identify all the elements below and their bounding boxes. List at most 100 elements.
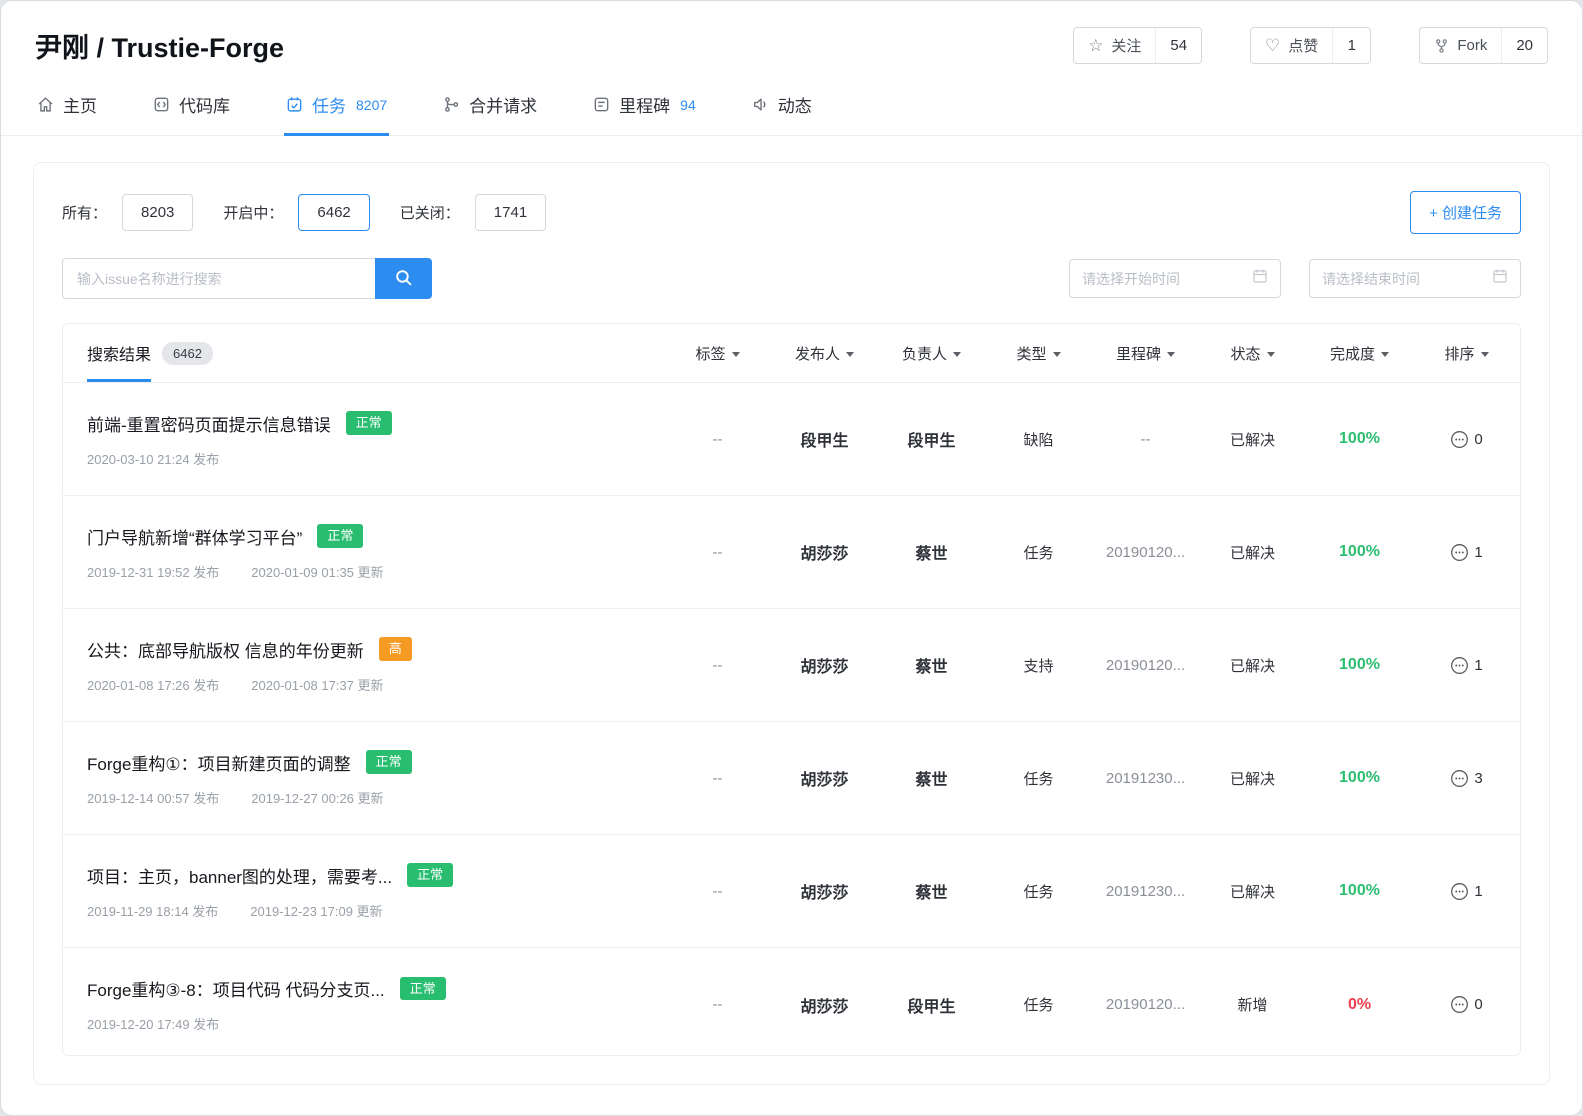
filter-all-count[interactable]: 8203 [122, 194, 193, 231]
milestone-icon [593, 96, 610, 113]
watch-count[interactable]: 54 [1155, 28, 1201, 63]
tag-cell: -- [664, 770, 771, 787]
praise-button[interactable]: ♡ 点赞 1 [1250, 27, 1371, 64]
assignee-cell[interactable]: 蔡世 [878, 766, 985, 790]
tab-issues[interactable]: 任务 8207 [284, 77, 389, 135]
search-icon [394, 268, 413, 290]
search-button[interactable] [375, 258, 432, 299]
publisher-cell[interactable]: 胡莎莎 [771, 879, 878, 903]
publisher-cell[interactable]: 胡莎莎 [771, 653, 878, 677]
tab-home[interactable]: 主页 [35, 77, 99, 135]
milestone-cell: 20190120... [1092, 996, 1199, 1013]
progress-cell: 100% [1306, 430, 1413, 448]
calendar-icon [1492, 268, 1508, 289]
tag-cell: -- [664, 996, 771, 1013]
assignee-cell[interactable]: 蔡世 [878, 540, 985, 564]
tab-milestones[interactable]: 里程碑 94 [591, 77, 698, 135]
publisher-cell[interactable]: 胡莎莎 [771, 766, 878, 790]
column-header-sort[interactable]: 排序 [1413, 343, 1520, 364]
create-issue-button[interactable]: + 创建任务 [1410, 191, 1521, 234]
task-row: Forge重构③-8：项目代码 代码分支页... 正常 2019-12-20 1… [63, 948, 1520, 1056]
tab-repository[interactable]: 代码库 [151, 77, 232, 135]
published-date: 2020-01-08 17:26 发布 [87, 675, 219, 694]
comments-cell[interactable]: 1 [1413, 656, 1520, 675]
tab-activity[interactable]: 动态 [750, 77, 814, 135]
progress-cell: 100% [1306, 543, 1413, 561]
assignee-cell[interactable]: 蔡世 [878, 653, 985, 677]
task-row: 前端-重置密码页面提示信息错误 正常 2020-03-10 21:24 发布 -… [63, 383, 1520, 496]
comments-cell[interactable]: 3 [1413, 769, 1520, 788]
priority-badge: 高 [379, 637, 412, 661]
start-date-picker[interactable] [1069, 259, 1281, 298]
assignee-cell[interactable]: 段甲生 [878, 993, 985, 1017]
column-header-milestone[interactable]: 里程碑 [1092, 343, 1199, 364]
calendar-icon [1252, 268, 1268, 289]
column-header-assignee[interactable]: 负责人 [878, 343, 985, 364]
publisher-cell[interactable]: 段甲生 [771, 427, 878, 451]
progress-cell: 100% [1306, 656, 1413, 674]
column-label: 发布人 [795, 343, 840, 364]
task-title-link[interactable]: 门户导航新增“群体学习平台” [87, 524, 302, 549]
updated-date: 2019-12-27 00:26 更新 [251, 788, 383, 807]
fork-button[interactable]: Fork 20 [1419, 27, 1548, 64]
results-header: 搜索结果 6462 标签 发布人 负责人 [63, 324, 1520, 383]
tab-milestones-count: 94 [680, 97, 696, 113]
comments-cell[interactable]: 1 [1413, 882, 1520, 901]
published-date: 2019-11-29 18:14 发布 [87, 901, 218, 920]
column-header-progress[interactable]: 完成度 [1306, 343, 1413, 364]
tab-pull-requests[interactable]: 合并请求 [441, 77, 539, 135]
caret-down-icon [1167, 352, 1175, 357]
column-header-type[interactable]: 类型 [985, 343, 1092, 364]
home-icon [37, 96, 54, 113]
results-title: 搜索结果 [87, 341, 151, 365]
task-title-link[interactable]: 公共：底部导航版权 信息的年份更新 [87, 637, 364, 662]
column-label: 状态 [1230, 343, 1260, 364]
fork-label: Fork [1457, 37, 1487, 54]
type-cell: 缺陷 [985, 429, 1092, 450]
status-filter-row: 所有： 8203 开启中： 6462 已关闭： 1741 + 创建任务 [62, 191, 1521, 234]
publisher-cell[interactable]: 胡莎莎 [771, 540, 878, 564]
results-count-badge: 6462 [162, 342, 213, 365]
status-cell: 已解决 [1199, 429, 1306, 450]
task-row: 公共：底部导航版权 信息的年份更新 高 2020-01-08 17:26 发布 … [63, 609, 1520, 722]
praise-count[interactable]: 1 [1332, 28, 1370, 63]
fork-count[interactable]: 20 [1501, 28, 1547, 63]
comment-icon [1450, 656, 1469, 675]
caret-down-icon [1481, 352, 1489, 357]
filter-closed-count[interactable]: 1741 [475, 194, 546, 231]
task-title-link[interactable]: 项目：主页，banner图的处理，需要考... [87, 863, 392, 888]
column-header-publisher[interactable]: 发布人 [771, 343, 878, 364]
assignee-cell[interactable]: 段甲生 [878, 427, 985, 451]
column-header-status[interactable]: 状态 [1199, 343, 1306, 364]
publisher-cell[interactable]: 胡莎莎 [771, 993, 878, 1017]
task-title-link[interactable]: Forge重构③-8：项目代码 代码分支页... [87, 976, 385, 1001]
start-date-input[interactable] [1082, 271, 1244, 287]
results-tab[interactable]: 搜索结果 6462 [63, 324, 213, 382]
tag-cell: -- [664, 657, 771, 674]
column-label: 排序 [1444, 343, 1474, 364]
search-input[interactable] [62, 258, 375, 299]
priority-badge: 正常 [400, 977, 446, 1001]
task-title-link[interactable]: 前端-重置密码页面提示信息错误 [87, 411, 331, 436]
comments-cell[interactable]: 0 [1413, 995, 1520, 1014]
caret-down-icon [953, 352, 961, 357]
priority-badge: 正常 [317, 524, 363, 548]
updated-date: 2020-01-09 01:35 更新 [251, 562, 383, 581]
end-date-picker[interactable] [1309, 259, 1521, 298]
task-row: Forge重构①：项目新建页面的调整 正常 2019-12-14 00:57 发… [63, 722, 1520, 835]
tab-activity-label: 动态 [778, 92, 812, 117]
comment-icon [1450, 882, 1469, 901]
type-cell: 任务 [985, 994, 1092, 1015]
comments-cell[interactable]: 0 [1413, 430, 1520, 449]
tag-cell: -- [664, 883, 771, 900]
filter-open-count[interactable]: 6462 [298, 194, 369, 231]
end-date-input[interactable] [1322, 271, 1484, 287]
watch-button[interactable]: ☆ 关注 54 [1073, 27, 1202, 64]
comment-count: 0 [1474, 431, 1482, 448]
comments-cell[interactable]: 1 [1413, 543, 1520, 562]
task-icon [286, 96, 303, 113]
column-label: 类型 [1016, 343, 1046, 364]
task-title-link[interactable]: Forge重构①：项目新建页面的调整 [87, 750, 351, 775]
assignee-cell[interactable]: 蔡世 [878, 879, 985, 903]
column-header-tag[interactable]: 标签 [664, 343, 771, 364]
